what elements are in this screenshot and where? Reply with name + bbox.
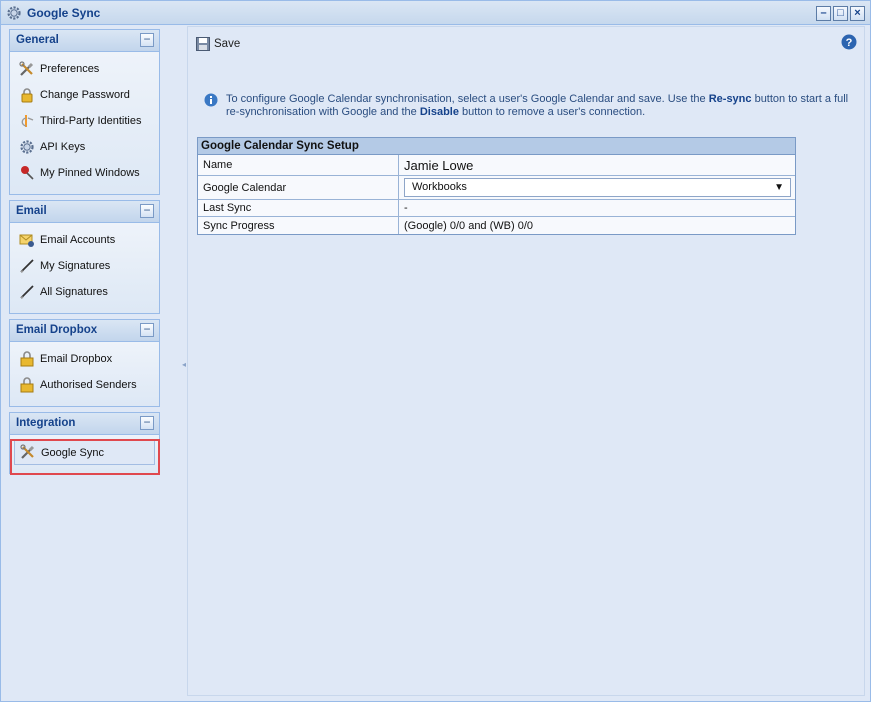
setup-row-sync-progress: Sync Progress (Google) 0/0 and (WB) 0/0 (198, 217, 795, 234)
sidebar-item-label: Email Dropbox (40, 353, 113, 365)
sidebar-item-email-dropbox[interactable]: Email Dropbox (10, 346, 159, 372)
row-label: Google Calendar (198, 176, 399, 199)
floppy-disk-icon (196, 37, 210, 51)
sidebar-item-label: API Keys (40, 141, 86, 153)
panel-title: General (16, 34, 59, 46)
panel-title: Email (16, 205, 47, 217)
collapse-button[interactable]: − (140, 416, 154, 430)
sidebar-item-label: Email Accounts (40, 234, 116, 246)
lock-icon (21, 88, 33, 103)
setup-row-google-calendar: Google Calendar Workbooks ▼ (198, 176, 795, 200)
info-icon (204, 93, 218, 107)
svg-text:?: ? (846, 37, 853, 49)
sidebar-item-third-party-identities[interactable]: Third-Party Identities (10, 108, 159, 134)
sync-setup-table: Google Calendar Sync Setup Name Jamie Lo… (197, 137, 796, 235)
setup-row-name: Name Jamie Lowe (198, 155, 795, 176)
tools-icon (19, 61, 34, 76)
window-titlebar[interactable]: Google Sync – □ × (1, 1, 870, 25)
gear-icon (7, 6, 21, 20)
panel-body: Email Accounts My Signatures All Signatu… (10, 223, 159, 313)
sidebar-item-api-keys[interactable]: API Keys (10, 134, 159, 160)
panel-email-header[interactable]: Email − (10, 201, 159, 223)
panel-email-dropbox: Email Dropbox − Email Dropbox Authorised… (9, 319, 160, 407)
gear-icon (20, 140, 34, 154)
sidebar-item-my-pinned-windows[interactable]: My Pinned Windows (10, 160, 159, 186)
row-label: Last Sync (198, 200, 399, 216)
setup-table-header: Google Calendar Sync Setup (198, 138, 795, 155)
lock-box-icon (20, 351, 34, 367)
user-name-value: Jamie Lowe (404, 157, 474, 173)
select-value: Workbooks (412, 181, 467, 193)
pen-icon (20, 259, 34, 273)
disable-keyword: Disable (419, 106, 459, 118)
collapse-button[interactable]: − (140, 204, 154, 218)
sidebar-item-label: All Signatures (40, 286, 108, 298)
setup-row-last-sync: Last Sync - (198, 200, 795, 217)
row-value: Workbooks ▼ (399, 176, 795, 199)
last-sync-value: - (404, 202, 408, 214)
sidebar-item-all-signatures[interactable]: All Signatures (10, 279, 159, 305)
info-text: To configure Google Calendar synchronisa… (226, 93, 849, 118)
sidebar-item-email-accounts[interactable]: Email Accounts (10, 227, 159, 253)
panel-title: Email Dropbox (16, 324, 98, 336)
sidebar-item-change-password[interactable]: Change Password (10, 82, 159, 108)
save-button[interactable]: Save (196, 35, 240, 55)
sync-progress-value: (Google) 0/0 and (WB) 0/0 (404, 219, 534, 232)
sidebar-item-label: My Signatures (40, 260, 111, 272)
sidebar-item-authorised-senders[interactable]: Authorised Senders (10, 372, 159, 398)
pen-icon (20, 285, 34, 299)
email-gear-icon (19, 234, 34, 247)
selection-highlight (10, 439, 160, 475)
google-calendar-select[interactable]: Workbooks ▼ (404, 178, 791, 197)
row-label: Name (198, 155, 399, 175)
close-button[interactable]: × (850, 6, 865, 21)
panel-email: Email − Email Accounts My Signatures All… (9, 200, 160, 314)
sidebar-item-label: Change Password (40, 89, 130, 101)
resync-keyword: Re-sync (708, 93, 752, 105)
panel-general-header[interactable]: General − (10, 30, 159, 52)
panel-title: Integration (16, 417, 76, 429)
chevron-down-icon[interactable]: ▼ (774, 179, 784, 196)
main-content: Save ? To configure Google Calendar sync… (187, 26, 865, 696)
sidebar-item-my-signatures[interactable]: My Signatures (10, 253, 159, 279)
sidebar: General − Preferences Change Password Th… (9, 29, 160, 479)
panel-body: Preferences Change Password Third-Party … (10, 52, 159, 194)
panel-integration-header[interactable]: Integration − (10, 413, 159, 435)
sidebar-item-preferences[interactable]: Preferences (10, 56, 159, 82)
panel-email-dropbox-header[interactable]: Email Dropbox − (10, 320, 159, 342)
sidebar-item-label: Preferences (40, 63, 100, 75)
sidebar-item-label: Authorised Senders (40, 379, 137, 391)
info-message: To configure Google Calendar synchronisa… (204, 93, 854, 119)
lock-box-icon (20, 377, 34, 393)
window-title: Google Sync (27, 6, 101, 20)
panel-body: Email Dropbox Authorised Senders (10, 342, 159, 406)
row-label: Sync Progress (198, 217, 399, 234)
collapse-button[interactable]: − (140, 323, 154, 337)
sidebar-item-label: Third-Party Identities (40, 115, 142, 127)
maximize-button[interactable]: □ (833, 6, 848, 21)
pin-icon (21, 166, 34, 180)
save-label: Save (214, 38, 241, 50)
panel-general: General − Preferences Change Password Th… (9, 29, 160, 195)
collapse-button[interactable]: − (140, 33, 154, 47)
minimize-button[interactable]: – (816, 6, 831, 21)
help-icon[interactable]: ? (841, 34, 857, 50)
openid-icon (21, 115, 34, 127)
sidebar-item-label: My Pinned Windows (40, 167, 140, 179)
google-sync-window: Google Sync – □ × General − Preferences (0, 0, 871, 702)
